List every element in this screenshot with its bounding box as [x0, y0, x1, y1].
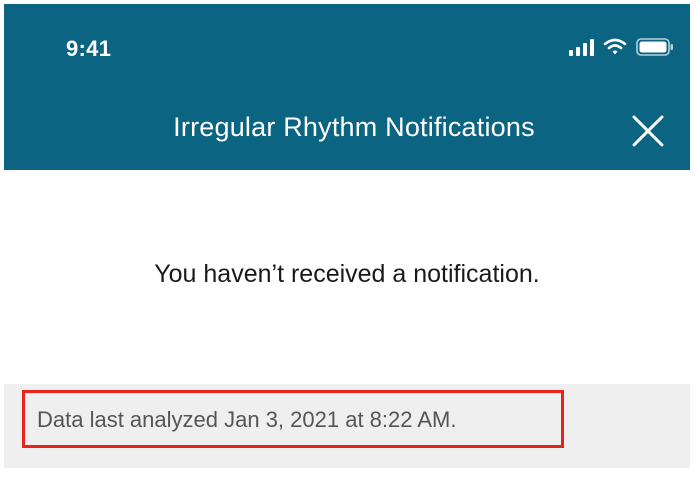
status-time: 9:41 [66, 36, 112, 61]
wifi-icon [603, 38, 627, 56]
page-title: Irregular Rhythm Notifications [173, 112, 535, 142]
close-button[interactable] [628, 111, 668, 151]
status-icons [569, 35, 674, 59]
app-screen: 9:41 Irregular Rhythm Notifications You … [4, 4, 690, 489]
header: 9:41 Irregular Rhythm Notifications [4, 4, 690, 170]
analysis-highlight-box: Data last analyzed Jan 3, 2021 at 8:22 A… [22, 390, 564, 448]
battery-icon [636, 38, 674, 56]
analysis-status-bar: Data last analyzed Jan 3, 2021 at 8:22 A… [4, 384, 690, 468]
data-last-analyzed-text: Data last analyzed Jan 3, 2021 at 8:22 A… [37, 407, 457, 432]
no-notification-message: You haven’t received a notification. [154, 260, 540, 288]
close-icon [632, 115, 664, 147]
cellular-signal-icon [569, 38, 594, 56]
